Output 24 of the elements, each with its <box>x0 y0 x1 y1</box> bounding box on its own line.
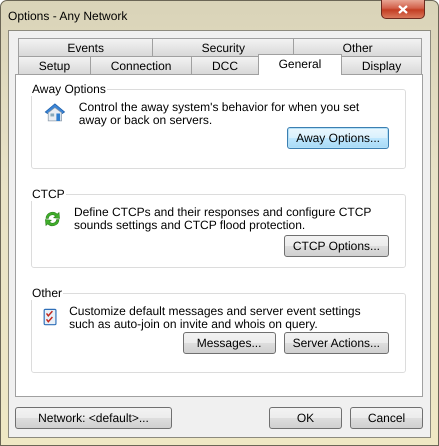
tab[interactable]: Display <box>341 56 422 74</box>
tab[interactable]: Security <box>152 38 294 56</box>
option-button[interactable]: CTCP Options... <box>284 235 389 257</box>
tab[interactable]: Connection <box>90 56 192 74</box>
group-description: Define CTCPs and their responses and configure CTCP sounds settings and CTCP flood protection. <box>74 206 372 232</box>
dialog-button[interactable]: OK <box>269 407 342 429</box>
close-button[interactable] <box>381 0 425 19</box>
tab[interactable]: Events <box>18 38 154 56</box>
dialog-button[interactable]: Cancel <box>350 407 423 429</box>
tab[interactable]: DCC <box>191 56 259 74</box>
tab[interactable]: Setup <box>18 56 91 74</box>
group-description: Customize default messages and server event settings such as auto-join on invite and whois on query. <box>69 305 362 331</box>
group-title: Other <box>31 286 64 300</box>
close-icon <box>398 4 408 14</box>
network-button[interactable]: Network: <default>... <box>15 407 172 429</box>
group-title: Away Options <box>31 82 107 96</box>
option-button[interactable]: Away Options... <box>287 127 389 149</box>
group-description: Control the away system's behavior for when you set away or back on servers. <box>78 101 360 127</box>
tab[interactable]: General <box>258 54 342 75</box>
group-title: CTCP <box>31 187 66 201</box>
option-button[interactable]: Server Actions... <box>284 332 389 354</box>
window-title: Options - Any Network <box>8 8 128 22</box>
tab[interactable]: Other <box>293 38 422 56</box>
option-button[interactable]: Messages... <box>182 332 276 354</box>
